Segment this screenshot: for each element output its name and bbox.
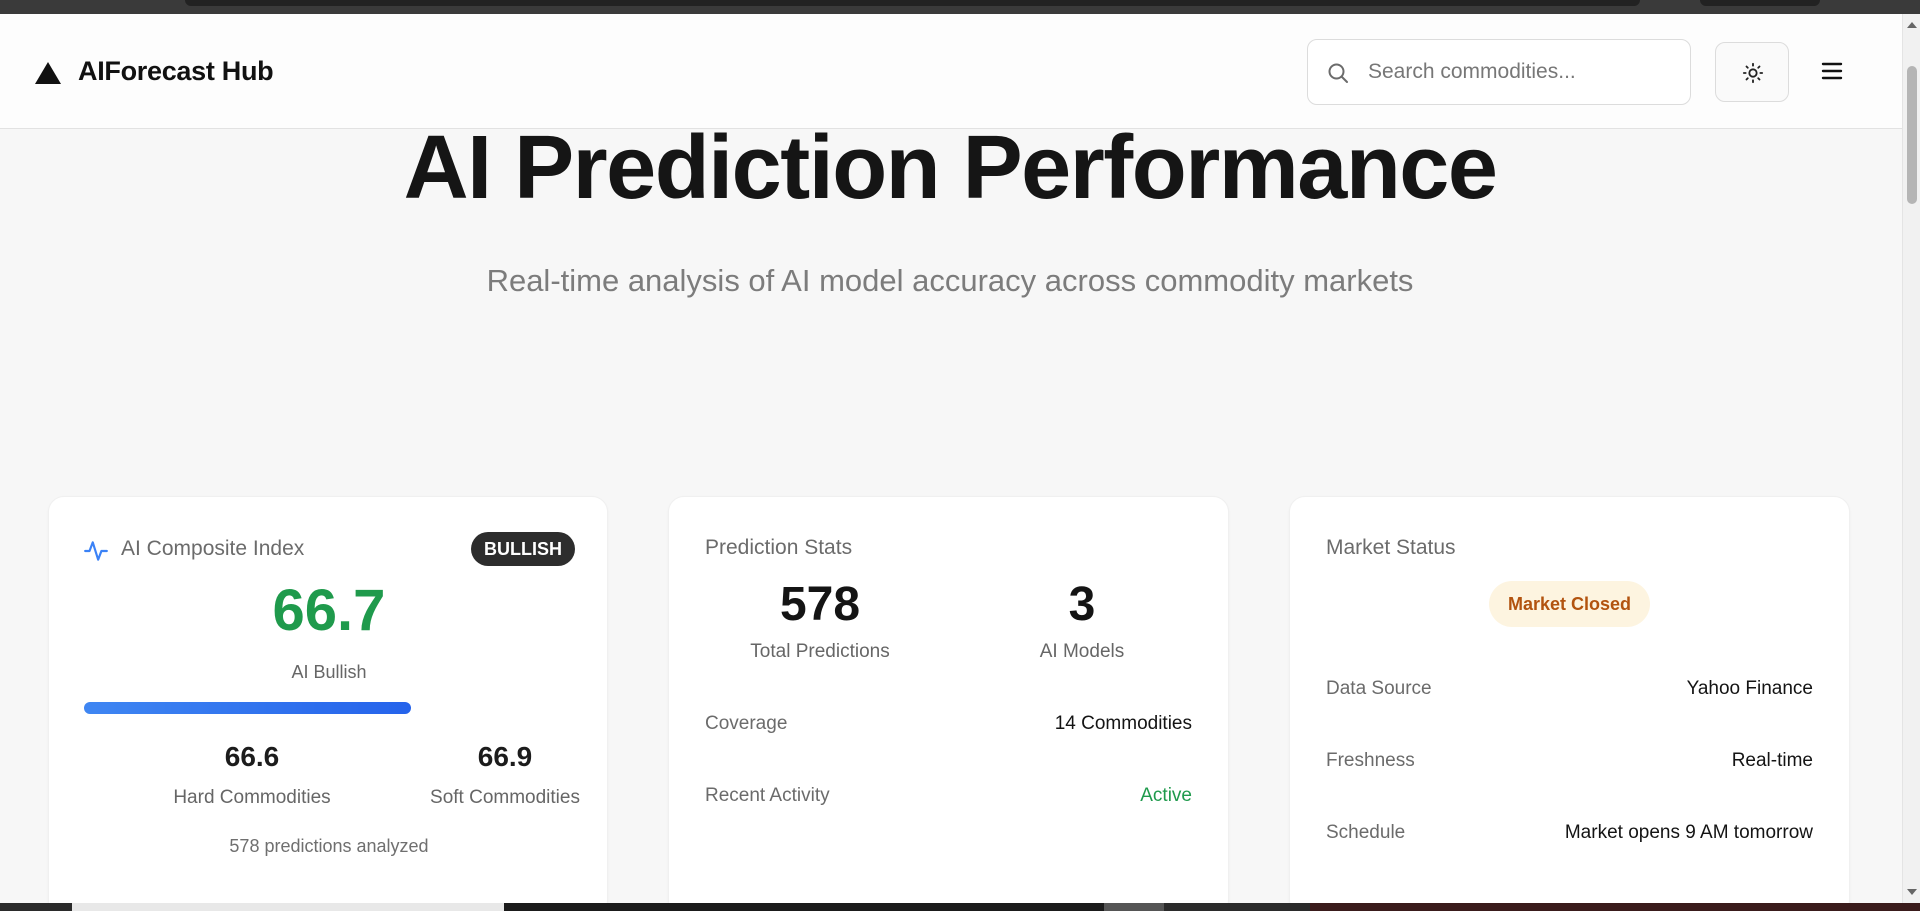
search-icon xyxy=(1328,63,1348,83)
composite-title: AI Composite Index xyxy=(121,537,305,560)
browser-tab-bar xyxy=(185,0,1640,6)
ai-models-value: 3 xyxy=(1068,578,1096,631)
ai-models-label: AI Models xyxy=(1039,641,1125,662)
data-source-label: Data Source xyxy=(1326,678,1432,699)
total-predictions-value: 578 xyxy=(779,578,861,631)
recent-activity-value: Active xyxy=(1140,785,1192,806)
composite-progress-fill xyxy=(84,702,411,714)
browser-tab-control xyxy=(1700,0,1820,6)
total-predictions-label: Total Predictions xyxy=(750,641,890,662)
coverage-value: 14 Commodities xyxy=(1054,713,1192,734)
market-title: Market Status xyxy=(1326,536,1456,559)
market-status-badge: Market Closed xyxy=(1489,581,1650,627)
scroll-down-arrow-icon[interactable] xyxy=(1907,889,1917,895)
soft-commodities-value: 66.9 xyxy=(477,741,533,772)
site-header: AIForecast Hub xyxy=(0,14,1902,129)
composite-progress-bar xyxy=(84,702,574,714)
freshness-label: Freshness xyxy=(1326,750,1415,771)
browser-top-strip xyxy=(0,0,1920,14)
brand-name[interactable]: AIForecast Hub xyxy=(78,56,274,87)
schedule-label: Schedule xyxy=(1326,822,1406,843)
stats-title: Prediction Stats xyxy=(705,536,853,559)
predictions-footnote: 578 predictions analyzed xyxy=(229,836,429,856)
composite-value: 66.7 xyxy=(272,578,386,643)
hard-commodities-value: 66.6 xyxy=(224,741,280,772)
search-input[interactable] xyxy=(1368,40,1678,104)
page-scrollbar[interactable] xyxy=(1902,14,1920,903)
taskbar-strip xyxy=(0,903,1920,911)
soft-commodities-label: Soft Commodities xyxy=(430,787,580,808)
coverage-label: Coverage xyxy=(705,713,788,734)
scrollbar-thumb[interactable] xyxy=(1907,66,1917,204)
page-title: AI Prediction Performance xyxy=(403,118,1498,218)
schedule-value: Market opens 9 AM tomorrow xyxy=(1564,822,1813,843)
taskbar-segment xyxy=(1310,903,1920,911)
taskbar-segment xyxy=(504,903,1104,911)
activity-pulse-icon xyxy=(84,541,108,561)
taskbar-segment xyxy=(72,903,504,911)
page-subtitle: Real-time analysis of AI model accuracy … xyxy=(486,263,1414,298)
data-source-value: Yahoo Finance xyxy=(1686,678,1813,699)
hamburger-menu-icon[interactable] xyxy=(1817,56,1847,86)
composite-label: AI Bullish xyxy=(291,662,367,682)
theme-toggle-button[interactable] xyxy=(1715,42,1789,102)
sentiment-badge: BULLISH xyxy=(471,532,575,566)
market-status-card: Market Status Market Closed Data Source … xyxy=(1289,496,1850,911)
scroll-up-arrow-icon[interactable] xyxy=(1907,22,1917,28)
hard-commodities-label: Hard Commodities xyxy=(173,787,331,808)
prediction-stats-card: Prediction Stats 578 3 Total Predictions… xyxy=(668,496,1229,911)
composite-index-card: AI Composite Index BULLISH 66.7 AI Bulli… xyxy=(48,496,608,911)
search-box[interactable] xyxy=(1307,39,1691,105)
taskbar-segment xyxy=(1104,903,1164,911)
recent-activity-label: Recent Activity xyxy=(705,785,830,806)
freshness-value: Real-time xyxy=(1731,750,1813,771)
triangle-logo-icon xyxy=(35,62,61,84)
sun-icon xyxy=(1742,62,1764,84)
